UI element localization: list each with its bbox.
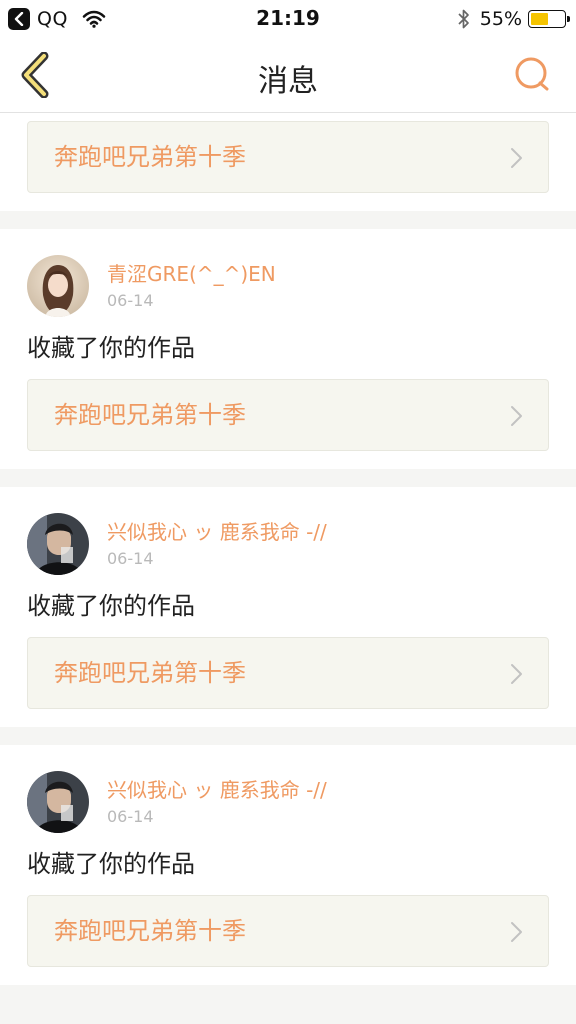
timestamp: 06-14 [107, 807, 154, 826]
user-row: 青涩GRE(^_^)EN 06-14 [27, 255, 276, 317]
action-text: 收藏了你的作品 [27, 850, 195, 878]
chevron-right-icon [511, 148, 522, 168]
avatar[interactable] [27, 255, 89, 317]
page-title: 消息 [258, 64, 318, 99]
username[interactable]: 兴似我心 ッ 鹿系我命 -// [107, 519, 327, 545]
work-title: 奔跑吧兄弟第十季 [54, 401, 246, 429]
work-link[interactable]: 奔跑吧兄弟第十季 [27, 895, 549, 967]
status-right: 55% [458, 6, 570, 32]
work-title: 奔跑吧兄弟第十季 [54, 659, 246, 687]
username[interactable]: 青涩GRE(^_^)EN [107, 261, 276, 287]
avatar[interactable] [27, 771, 89, 833]
user-row: 兴似我心 ッ 鹿系我命 -// 06-14 [27, 771, 327, 833]
section-divider [0, 985, 576, 1003]
battery-percent: 55% [479, 8, 522, 30]
work-link[interactable]: 奔跑吧兄弟第十季 [27, 121, 549, 193]
section-divider [0, 469, 576, 487]
message-card-partial: 奔跑吧兄弟第十季 [0, 113, 576, 211]
chevron-right-icon [511, 922, 522, 942]
section-divider [0, 211, 576, 229]
username[interactable]: 兴似我心 ッ 鹿系我命 -// [107, 777, 327, 803]
user-meta: 兴似我心 ッ 鹿系我命 -// 06-14 [107, 519, 327, 569]
action-text: 收藏了你的作品 [27, 592, 195, 620]
action-text: 收藏了你的作品 [27, 334, 195, 362]
bluetooth-icon [458, 8, 470, 30]
work-link[interactable]: 奔跑吧兄弟第十季 [27, 379, 549, 451]
work-link[interactable]: 奔跑吧兄弟第十季 [27, 637, 549, 709]
message-card: 兴似我心 ッ 鹿系我命 -// 06-14 收藏了你的作品 奔跑吧兄弟第十季 [0, 487, 576, 727]
battery-icon [528, 10, 570, 28]
search-icon[interactable] [514, 56, 550, 92]
user-row: 兴似我心 ッ 鹿系我命 -// 06-14 [27, 513, 327, 575]
work-title: 奔跑吧兄弟第十季 [54, 917, 246, 945]
user-meta: 青涩GRE(^_^)EN 06-14 [107, 261, 276, 311]
battery-level [531, 13, 548, 25]
message-card: 青涩GRE(^_^)EN 06-14 收藏了你的作品 奔跑吧兄弟第十季 [0, 229, 576, 469]
status-bar: QQ 21:19 55% [0, 0, 576, 38]
message-feed: 奔跑吧兄弟第十季 青涩GRE(^_^)EN 06-14 收藏了你的作品 奔跑吧兄… [0, 113, 576, 1003]
chevron-right-icon [511, 664, 522, 684]
message-card: 兴似我心 ッ 鹿系我命 -// 06-14 收藏了你的作品 奔跑吧兄弟第十季 [0, 745, 576, 985]
chevron-right-icon [511, 406, 522, 426]
avatar[interactable] [27, 513, 89, 575]
section-divider [0, 727, 576, 745]
timestamp: 06-14 [107, 549, 154, 568]
nav-bar: 消息 [0, 38, 576, 113]
timestamp: 06-14 [107, 291, 154, 310]
work-title: 奔跑吧兄弟第十季 [54, 143, 246, 171]
user-meta: 兴似我心 ッ 鹿系我命 -// 06-14 [107, 777, 327, 827]
battery-cap [567, 16, 570, 22]
